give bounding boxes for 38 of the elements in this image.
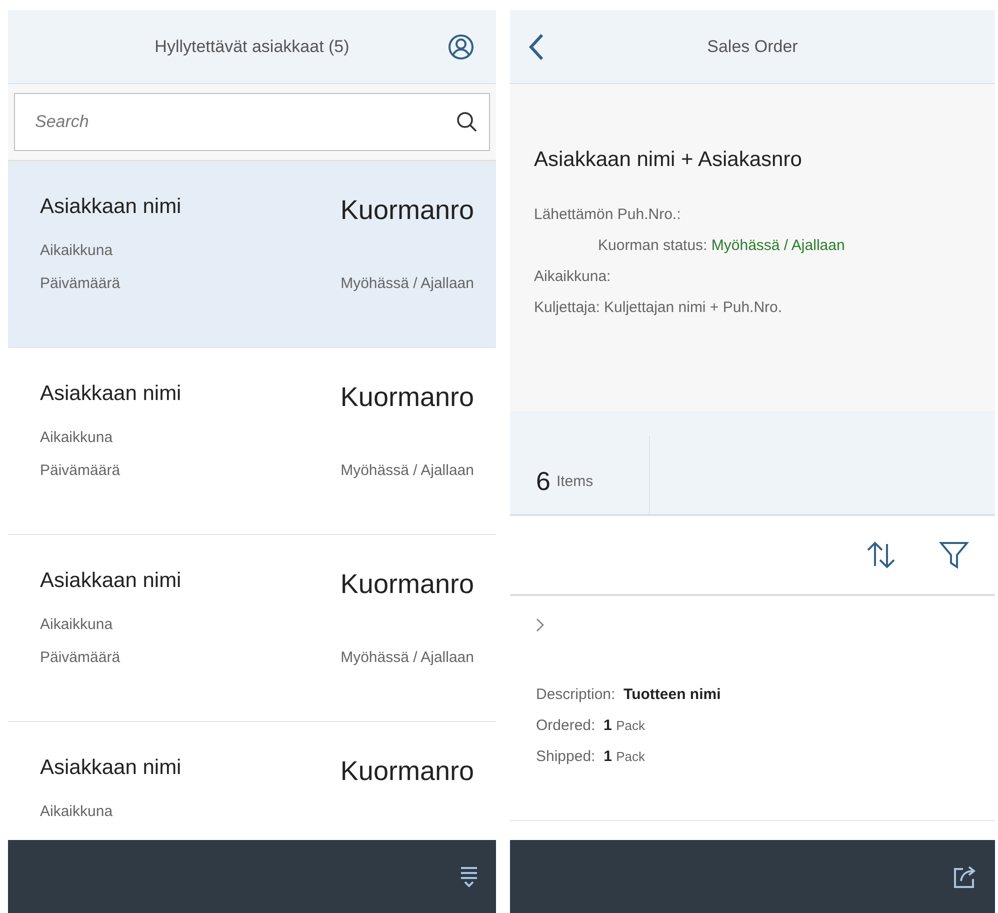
time-window: Aikaikkuna: [40, 429, 340, 446]
date-text: Päivämäärä: [40, 649, 122, 666]
load-number: Kuormanro: [340, 195, 474, 226]
time-window: Aikaikkuna: [40, 616, 340, 633]
customer-name: Asiakkaan nimi: [40, 382, 182, 407]
user-icon[interactable]: [448, 34, 474, 60]
back-button[interactable]: [528, 32, 544, 60]
page-title: Sales Order: [707, 36, 798, 56]
customer-heading: Asiakkaan nimi + Asiakasnro: [534, 148, 803, 172]
search-field[interactable]: Search: [14, 93, 490, 151]
filter-icon[interactable]: [939, 540, 969, 570]
line-item[interactable]: Description: Tuotteen nimi Ordered: 1 Pack Shipped: 1 Pack: [510, 596, 995, 821]
customer-name: Asiakkaan nimi: [40, 569, 182, 594]
chevron-right-icon[interactable]: [536, 618, 544, 632]
search-icon[interactable]: [456, 111, 478, 133]
date-text: Päivämäärä: [40, 275, 122, 292]
time-window: Aikaikkuna: [40, 803, 340, 820]
load-number: Kuormanro: [340, 756, 474, 787]
share-icon[interactable]: [953, 864, 977, 888]
customer-name: Asiakkaan nimi: [40, 195, 182, 220]
load-number: Kuormanro: [340, 569, 474, 600]
load-status: Kuorman status: Myöhässä / Ajallaan: [598, 237, 846, 254]
status-text: Myöhässä / Ajallaan: [340, 649, 474, 666]
list-title: Hyllytettävät asiakkaat (5): [154, 36, 350, 56]
driver-info: Kuljettaja: Kuljettajan nimi + Puh.Nro.: [534, 299, 784, 316]
status-text: Myöhässä / Ajallaan: [340, 275, 474, 292]
sender-phone: Lähettämön Puh.Nro.:: [534, 206, 682, 223]
quantity-text: Ordered: 1 Pack: [536, 717, 646, 734]
time-window: Aikaikkuna: [40, 242, 340, 259]
customer-name: Asiakkaan nimi: [40, 756, 182, 781]
load-number: Kuormanro: [340, 382, 474, 413]
date-text: Päivämäärä: [40, 462, 122, 479]
sort-menu-icon[interactable]: [460, 866, 478, 888]
status-text: Myöhässä / Ajallaan: [340, 462, 474, 479]
time-window-label: Aikaikkuna:: [534, 268, 612, 285]
list-item[interactable]: Asiakkaan nimi Kuormanro Aikaikkuna Päivämäärä Myöhässä / Ajallaan: [8, 161, 496, 348]
field-text: Description: Tuotteen nimi: [536, 686, 722, 703]
quantity-text: Shipped: 1 Pack: [536, 748, 646, 765]
